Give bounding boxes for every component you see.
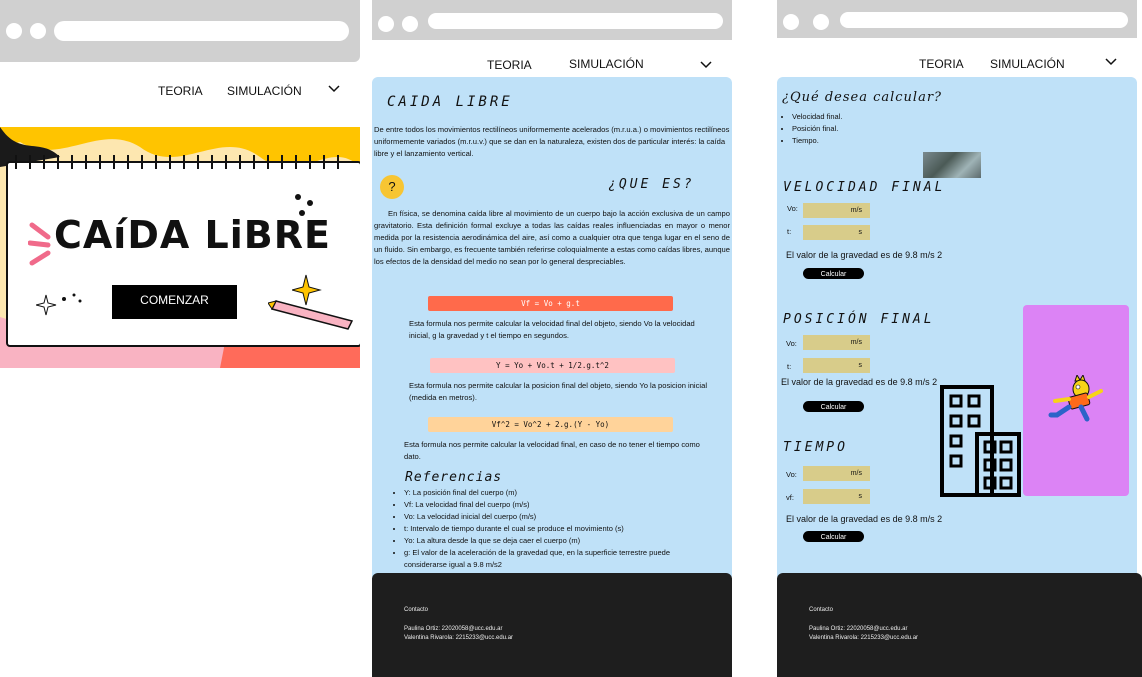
formula-velocity-squared: Vf^2 = Vo^2 + 2.g.(Y - Yo): [428, 417, 673, 432]
start-button[interactable]: COMENZAR: [112, 285, 237, 319]
window-dot-icon: [402, 16, 418, 32]
gravity-note: El valor de la gravedad es de 9.8 m/s 2: [781, 377, 938, 387]
pink-accent-icon: [28, 222, 51, 266]
formula-position-desc: Esta formula nos permite calcular la pos…: [409, 381, 708, 402]
nav-teoria[interactable]: TEORIA: [487, 58, 532, 72]
browser-toolbar: [372, 0, 732, 40]
falling-character-icon: [1048, 375, 1103, 422]
address-bar[interactable]: [54, 21, 349, 41]
section-title-position: POSICIÓN FINAL: [783, 312, 935, 327]
list-item: Yo: La altura desde la que se deja caer …: [404, 535, 674, 547]
velocity-t-input[interactable]: s: [803, 225, 870, 240]
formula-position: Y = Yo + Vo.t + 1/2.g.t^2: [430, 358, 675, 373]
simulation-screen: TEORIA SIMULACIÓN ¿Qué desea calcular? V…: [777, 0, 1142, 677]
nav-simulacion[interactable]: SIMULACIÓN: [990, 57, 1065, 71]
velocity-t-label: t:: [787, 227, 792, 236]
footer-contact-title: Contacto: [404, 607, 429, 613]
list-item: Tiempo.: [792, 135, 842, 147]
building-icon: [940, 385, 1021, 497]
footer: Contacto Paulina Ortiz: 22020058@ucc.edu…: [372, 573, 732, 677]
theory-screen: TEORIA SIMULACIÓN CAIDA LIBRE De entre t…: [372, 0, 732, 677]
simulation-content: ¿Qué desea calcular? Velocidad final. Po…: [777, 77, 1137, 577]
footer-contact-title: Contacto: [809, 607, 834, 613]
theory-title: CAIDA LIBRE: [387, 94, 513, 110]
window-dot-icon: [378, 16, 394, 32]
notepad-spiral-rings: [15, 155, 339, 169]
home-screen: TEORIA SIMULACIÓN CAíDA LiBRE COMENZAR: [0, 0, 360, 677]
formula-velocity: Vf = Vo + g.t: [428, 296, 673, 311]
list-item: Vo: La velocidad inicial del cuerpo (m/s…: [404, 511, 674, 523]
gravity-note: El valor de la gravedad es de 9.8 m/s 2: [786, 514, 943, 524]
position-t-input[interactable]: s: [803, 358, 870, 373]
footer-contact-2: Valentina Rivarola: 2215233@ucc.edu.ar: [809, 635, 919, 641]
footer: Contacto Paulina Ortiz: 22020058@ucc.edu…: [777, 573, 1142, 677]
calculate-button[interactable]: Calcular: [803, 531, 864, 542]
sparkle-doodle-icon: [295, 194, 313, 216]
calculate-button[interactable]: Calcular: [803, 268, 864, 279]
window-dot-icon: [30, 23, 46, 39]
time-vo-input[interactable]: m/s: [803, 466, 870, 481]
address-bar[interactable]: [428, 13, 723, 29]
list-item: Y: La posición final del cuerpo (m): [404, 487, 674, 499]
list-item: Vf: La velocidad final del cuerpo (m/s): [404, 499, 674, 511]
rock-photo: [923, 152, 981, 178]
nav-simulacion[interactable]: SIMULACIÓN: [227, 84, 302, 98]
theory-definition: En física, se denomina caída libre al mo…: [374, 209, 730, 266]
address-bar[interactable]: [840, 12, 1128, 28]
chevron-down-icon[interactable]: [700, 61, 712, 69]
footer-contact-1: Paulina Ortiz: 22020058@ucc.edu.ar: [809, 626, 908, 632]
time-vf-input[interactable]: s: [803, 489, 870, 504]
window-dot-icon: [6, 23, 22, 39]
section-title-velocity: VELOCIDAD FINAL: [783, 180, 946, 195]
time-vf-label: vf:: [786, 493, 794, 502]
browser-toolbar: [777, 0, 1137, 38]
window-dot-icon: [813, 14, 829, 30]
browser-toolbar: [0, 0, 360, 62]
section-title-time: TIEMPO: [783, 440, 848, 455]
calc-question: ¿Qué desea calcular?: [782, 90, 943, 105]
list-item: t: Intervalo de tiempo durante el cual s…: [404, 523, 674, 535]
velocity-vo-label: Vo:: [787, 204, 798, 213]
formula-velocity-squared-desc: Esta formula nos permite calcular la vel…: [404, 440, 700, 461]
theory-intro: De entre todos los movimientos rectilíne…: [374, 125, 730, 158]
footer-contact-1: Paulina Ortiz: 22020058@ucc.edu.ar: [404, 626, 503, 632]
question-heading: ¿QUE ES?: [608, 177, 695, 192]
nav-simulacion[interactable]: SIMULACIÓN: [569, 57, 644, 71]
theory-content: CAIDA LIBRE De entre todos los movimient…: [372, 77, 732, 577]
thinking-face-icon: ?: [380, 175, 404, 199]
nav-teoria[interactable]: TEORIA: [919, 57, 964, 71]
list-item: Posición final.: [792, 123, 842, 135]
time-vo-label: Vo:: [786, 470, 797, 479]
doodle-star-icon: [36, 293, 82, 316]
gravity-note: El valor de la gravedad es de 9.8 m/s 2: [786, 250, 943, 260]
pencil-icon: [268, 300, 354, 330]
hero-banner: CAíDA LiBRE COMENZAR: [0, 127, 360, 368]
window-dot-icon: [783, 14, 799, 30]
references-list: Y: La posición final del cuerpo (m) Vf: …: [394, 487, 674, 571]
footer-contact-2: Valentina Rivarola: 2215233@ucc.edu.ar: [404, 635, 514, 641]
list-item: g: El valor de la aceleración de la grav…: [404, 547, 674, 571]
list-item: Velocidad final.: [792, 111, 842, 123]
calculate-button[interactable]: Calcular: [803, 401, 864, 412]
position-vo-input[interactable]: m/s: [803, 335, 870, 350]
position-t-label: t:: [787, 362, 792, 371]
position-vo-label: Vo:: [786, 339, 797, 348]
formula-velocity-desc: Esta formula nos permite calcular la vel…: [409, 319, 695, 340]
chevron-down-icon[interactable]: [1105, 58, 1117, 66]
velocity-vo-input[interactable]: m/s: [803, 203, 870, 218]
chevron-down-icon[interactable]: [328, 85, 340, 93]
calc-options-list: Velocidad final. Posición final. Tiempo.: [782, 111, 842, 147]
nav-teoria[interactable]: TEORIA: [158, 84, 203, 98]
references-heading: Referencias: [405, 470, 503, 485]
